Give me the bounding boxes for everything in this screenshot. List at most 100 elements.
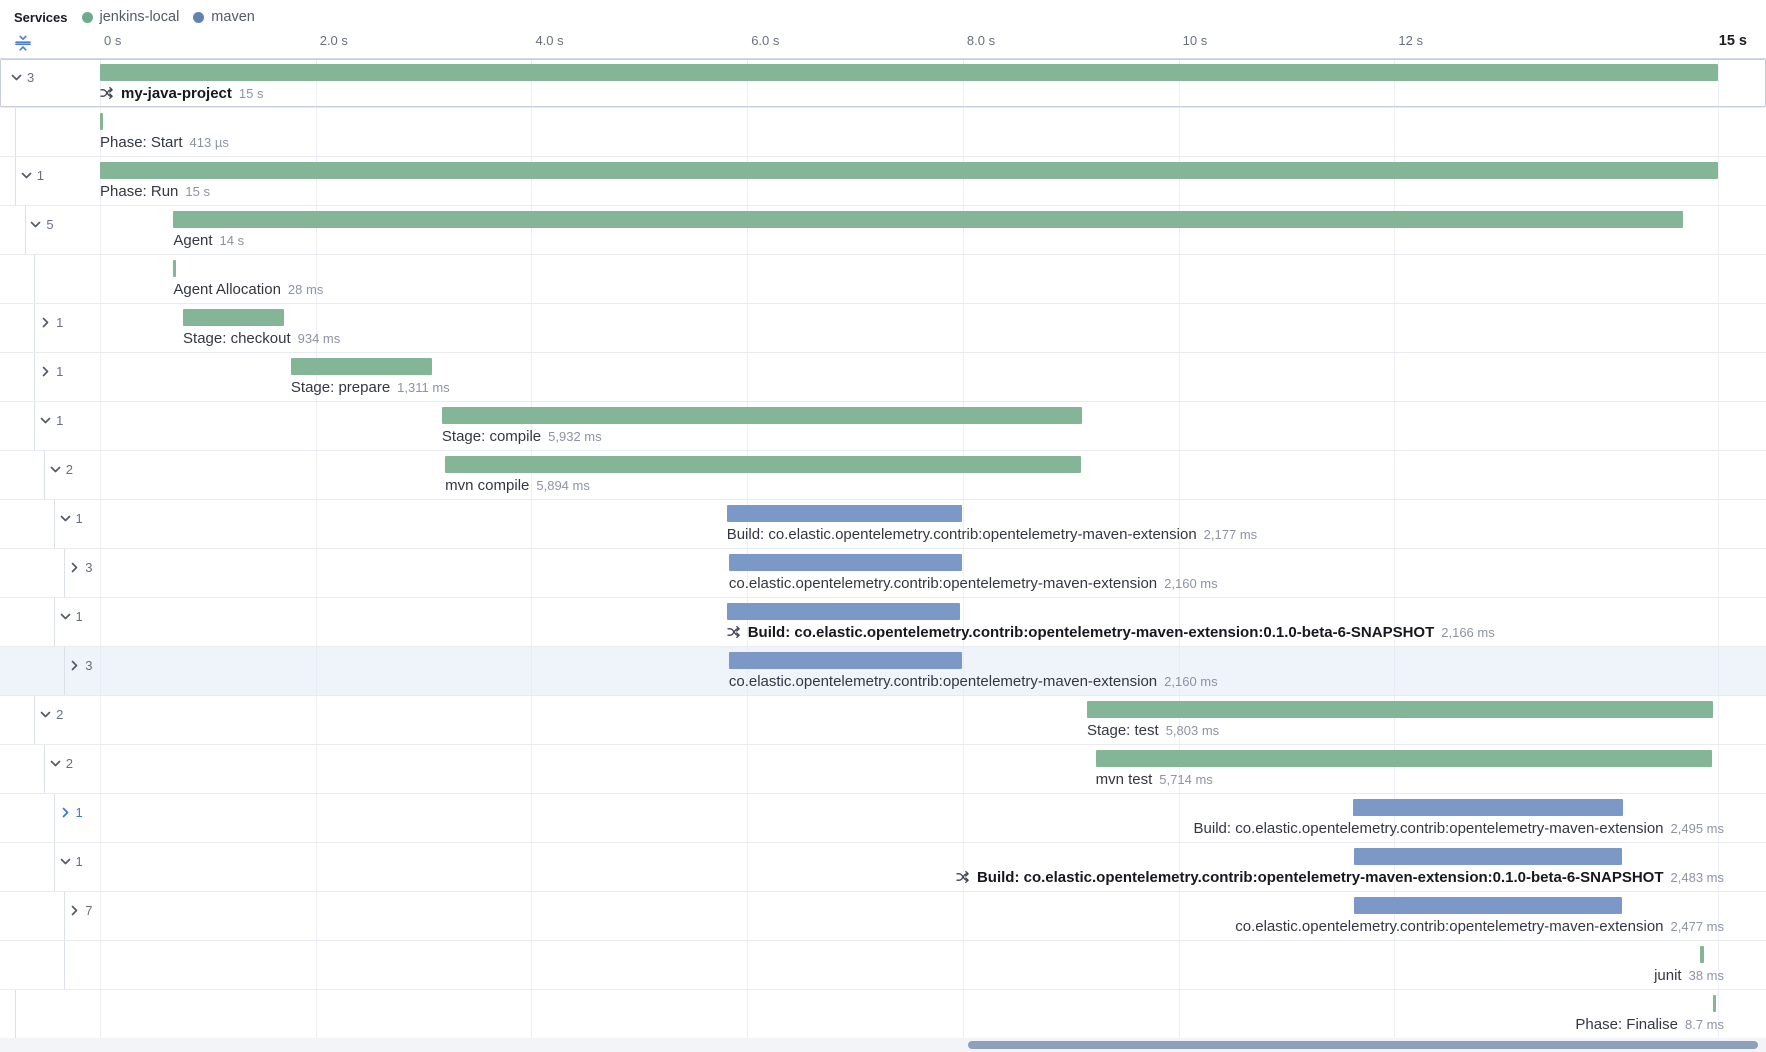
span-bar[interactable] <box>183 309 284 326</box>
span-label[interactable]: Build: co.elastic.opentelemetry.contrib:… <box>727 526 1197 543</box>
time-axis-tick: 12 s <box>1398 33 1423 48</box>
span-duration: 2,177 ms <box>1204 527 1257 542</box>
child-count-badge[interactable]: 3 <box>27 70 34 85</box>
time-axis: 0 s2.0 s4.0 s6.0 s8.0 s10 s12 s15 s <box>0 0 1766 58</box>
chevron-right-icon[interactable] <box>59 806 72 819</box>
chevron-right-icon[interactable] <box>68 904 81 917</box>
horizontal-scrollbar-track[interactable] <box>0 1038 1766 1052</box>
chevron-down-icon[interactable] <box>10 71 23 84</box>
span-label[interactable]: Agent Allocation <box>173 281 281 298</box>
span-bar[interactable] <box>173 260 176 277</box>
span-label[interactable]: junit <box>1654 967 1682 984</box>
span-bar[interactable] <box>1354 897 1621 914</box>
tree-guide-line <box>15 990 16 1038</box>
span-label-line[interactable]: Build: co.elastic.opentelemetry.contrib:… <box>727 622 1495 642</box>
span-label-line[interactable]: co.elastic.opentelemetry.contrib:opentel… <box>729 671 1218 691</box>
child-count-badge[interactable]: 1 <box>56 315 63 330</box>
span-label-line[interactable]: Build: co.elastic.opentelemetry.contrib:… <box>727 524 1257 544</box>
child-count-badge[interactable]: 1 <box>76 854 83 869</box>
span-label[interactable]: my-java-project <box>121 85 232 102</box>
span-label[interactable]: mvn compile <box>445 477 529 494</box>
chevron-right-icon[interactable] <box>39 365 52 378</box>
child-count-badge[interactable]: 2 <box>56 707 63 722</box>
child-count-badge[interactable]: 1 <box>56 364 63 379</box>
span-bar[interactable] <box>1354 848 1622 865</box>
chevron-right-icon[interactable] <box>68 561 81 574</box>
span-label[interactable]: Agent <box>173 232 212 249</box>
span-bar[interactable] <box>1096 750 1712 767</box>
span-bar[interactable] <box>100 113 103 130</box>
span-duration: 38 ms <box>1689 968 1724 983</box>
child-count-badge[interactable]: 1 <box>76 609 83 624</box>
span-bar[interactable] <box>291 358 432 375</box>
time-axis-tick: 6.0 s <box>751 33 779 48</box>
span-label[interactable]: mvn test <box>1096 771 1153 788</box>
chevron-right-icon[interactable] <box>39 316 52 329</box>
span-label-line[interactable]: co.elastic.opentelemetry.contrib:opentel… <box>729 573 1218 593</box>
child-count-badge[interactable]: 1 <box>76 511 83 526</box>
span-label[interactable]: Build: co.elastic.opentelemetry.contrib:… <box>977 869 1664 886</box>
span-label-line[interactable]: Build: co.elastic.opentelemetry.contrib:… <box>956 867 1724 887</box>
span-label-line[interactable]: Phase: Run15 s <box>100 181 210 201</box>
span-bar[interactable] <box>1700 946 1704 963</box>
span-label-line[interactable]: mvn compile5,894 ms <box>445 475 590 495</box>
span-label[interactable]: Stage: prepare <box>291 379 390 396</box>
span-label[interactable]: co.elastic.opentelemetry.contrib:opentel… <box>1235 918 1663 935</box>
span-label-line[interactable]: my-java-project15 s <box>100 83 263 103</box>
chevron-down-icon[interactable] <box>39 708 52 721</box>
span-label[interactable]: Build: co.elastic.opentelemetry.contrib:… <box>748 624 1435 641</box>
child-count-badge[interactable]: 2 <box>66 756 73 771</box>
chevron-down-icon[interactable] <box>49 463 62 476</box>
span-bar[interactable] <box>1087 701 1713 718</box>
span-label[interactable]: Stage: test <box>1087 722 1159 739</box>
horizontal-scrollbar-thumb[interactable] <box>968 1041 1758 1049</box>
span-bar[interactable] <box>442 407 1082 424</box>
span-bar[interactable] <box>729 652 962 669</box>
span-bar[interactable] <box>729 554 962 571</box>
span-label-line[interactable]: Phase: Start413 µs <box>100 132 229 152</box>
child-count-badge[interactable]: 1 <box>56 413 63 428</box>
span-bar[interactable] <box>100 64 1718 81</box>
span-bar[interactable] <box>445 456 1081 473</box>
span-label[interactable]: Phase: Run <box>100 183 178 200</box>
span-label-line[interactable]: Stage: prepare1,311 ms <box>291 377 450 397</box>
span-bar[interactable] <box>727 603 961 620</box>
chevron-down-icon[interactable] <box>29 218 42 231</box>
span-label-line[interactable]: Stage: test5,803 ms <box>1087 720 1219 740</box>
span-label[interactable]: Phase: Finalise <box>1575 1016 1678 1033</box>
span-label-line[interactable]: Stage: checkout934 ms <box>183 328 340 348</box>
span-label-line[interactable]: Stage: compile5,932 ms <box>442 426 602 446</box>
child-count-badge[interactable]: 1 <box>76 805 83 820</box>
child-count-badge[interactable]: 2 <box>66 462 73 477</box>
span-label-line[interactable]: Build: co.elastic.opentelemetry.contrib:… <box>1194 818 1724 838</box>
span-bar[interactable] <box>727 505 962 522</box>
chevron-right-icon[interactable] <box>68 659 81 672</box>
span-label-line[interactable]: co.elastic.opentelemetry.contrib:opentel… <box>1235 916 1724 936</box>
child-count-badge[interactable]: 3 <box>85 560 92 575</box>
span-label[interactable]: co.elastic.opentelemetry.contrib:opentel… <box>729 575 1157 592</box>
child-count-badge[interactable]: 1 <box>37 168 44 183</box>
child-count-badge[interactable]: 7 <box>85 903 92 918</box>
span-label-line[interactable]: Agent Allocation28 ms <box>173 279 323 299</box>
span-bar[interactable] <box>100 162 1718 179</box>
chevron-down-icon[interactable] <box>39 414 52 427</box>
span-label-line[interactable]: junit 38 ms <box>1654 965 1724 985</box>
span-label[interactable]: Stage: compile <box>442 428 541 445</box>
chevron-down-icon[interactable] <box>59 512 72 525</box>
span-label[interactable]: co.elastic.opentelemetry.contrib:opentel… <box>729 673 1157 690</box>
span-label-line[interactable]: mvn test5,714 ms <box>1096 769 1213 789</box>
chevron-down-icon[interactable] <box>20 169 33 182</box>
span-label-line[interactable]: Phase: Finalise8.7 ms <box>1575 1014 1724 1034</box>
span-label[interactable]: Build: co.elastic.opentelemetry.contrib:… <box>1194 820 1664 837</box>
span-bar[interactable] <box>1353 799 1622 816</box>
child-count-badge[interactable]: 3 <box>85 658 92 673</box>
span-bar[interactable] <box>1713 995 1716 1012</box>
span-label-line[interactable]: Agent14 s <box>173 230 244 250</box>
span-label[interactable]: Phase: Start <box>100 134 183 151</box>
chevron-down-icon[interactable] <box>59 855 72 868</box>
chevron-down-icon[interactable] <box>59 610 72 623</box>
chevron-down-icon[interactable] <box>49 757 62 770</box>
span-bar[interactable] <box>173 211 1683 228</box>
span-label[interactable]: Stage: checkout <box>183 330 291 347</box>
child-count-badge[interactable]: 5 <box>46 217 53 232</box>
